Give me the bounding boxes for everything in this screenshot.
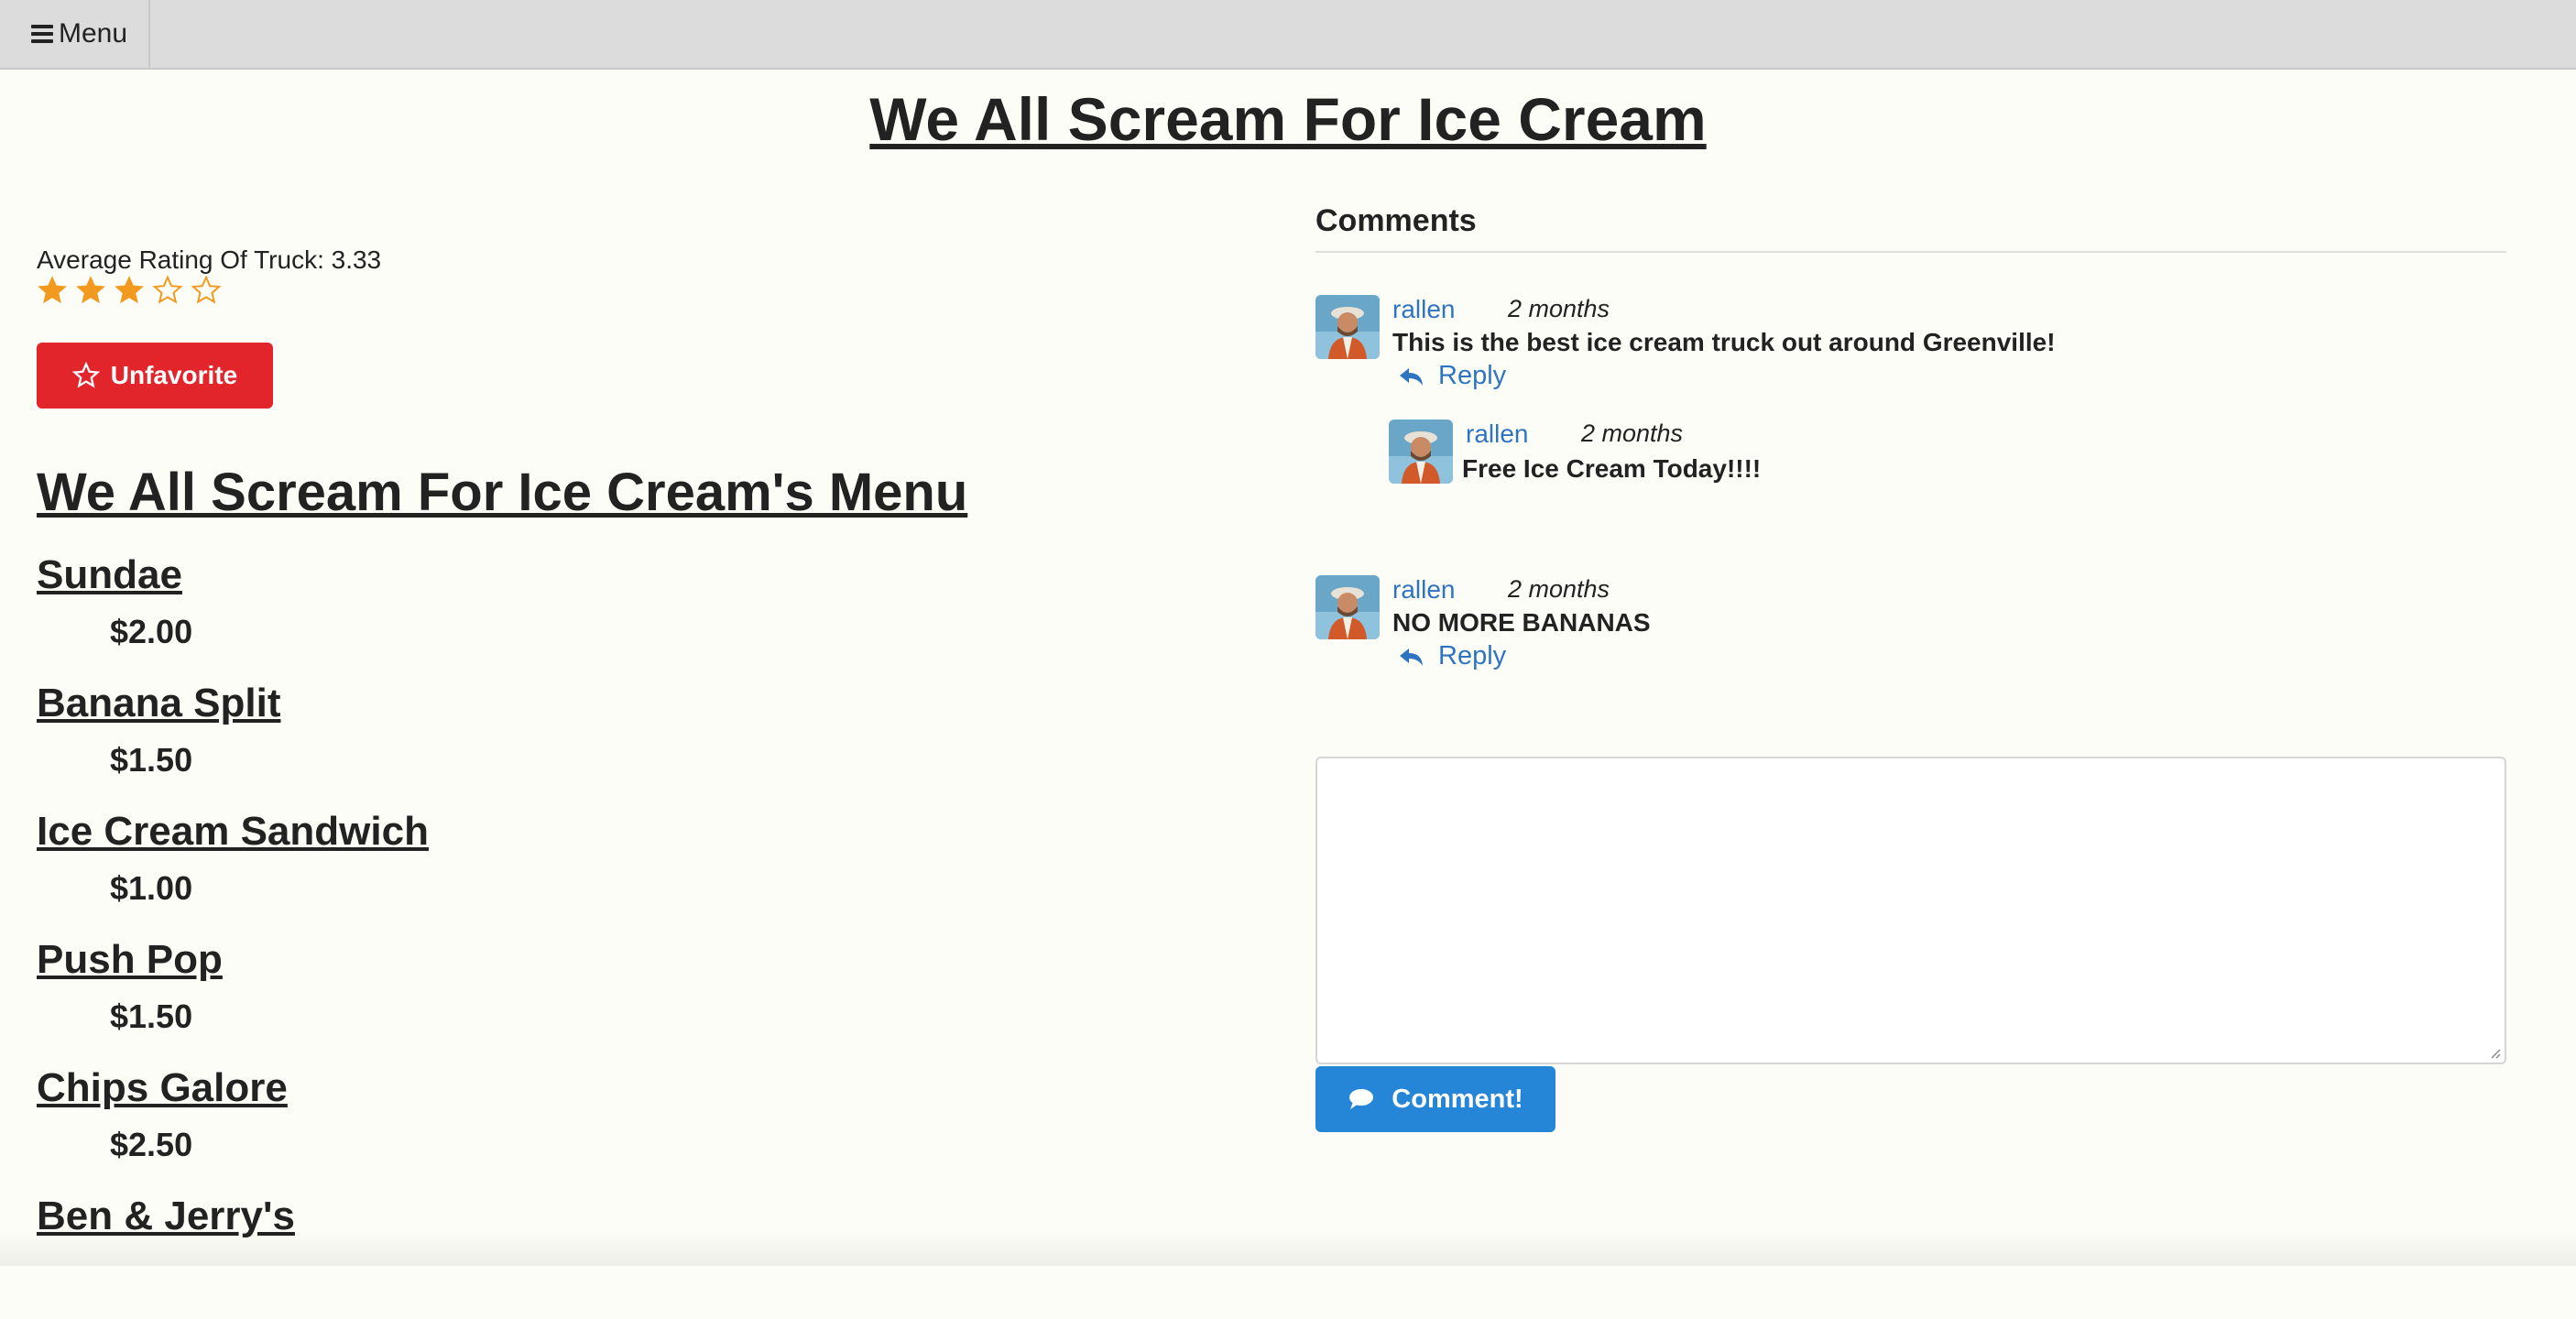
menu-button[interactable]: Menu [0,0,150,68]
reply-button[interactable]: Reply [1398,361,1506,391]
menu-item: Push Pop $1.50 [37,934,429,1063]
menu-item: Sundae $2.00 [37,550,429,678]
comment-text: This is the best ice cream truck out aro… [1392,328,2056,356]
comment-submit-button[interactable]: Comment! [1315,1066,1555,1132]
divider [1315,251,2506,253]
star-outline-icon [71,362,100,388]
star-filled-icon [76,276,105,304]
reply-icon [1400,648,1423,666]
star-filled-icon [115,276,144,304]
menu-item: Chips Galore $2.50 [37,1063,429,1191]
menu-item: Banana Split $1.50 [37,678,429,806]
avatar [1315,295,1380,359]
menu-item-price: $1.50 [110,997,193,1035]
comment-submit-label: Comment! [1392,1084,1523,1114]
menu-item-name[interactable]: Push Pop [37,934,429,986]
speech-bubble-icon [1349,1089,1374,1109]
menu-title: We All Scream For Ice Cream's Menu [37,463,968,522]
unfavorite-label: Unfavorite [110,361,238,389]
comment: rallen 2 months This is the best ice cre… [1315,295,2415,396]
star-empty-icon [191,275,222,304]
bottom-shadow [0,1229,2576,1266]
comment-author[interactable]: rallen [1392,575,1455,605]
reply-label: Reply [1438,361,1507,390]
menu-item-name[interactable]: Sundae [37,550,429,601]
unfavorite-button[interactable]: Unfavorite [37,343,273,409]
comment-text: NO MORE BANANAS [1392,608,1651,637]
hamburger-icon [31,25,53,43]
comments-heading: Comments [1315,203,1477,238]
menu-item-name[interactable]: Chips Galore [37,1063,429,1114]
menu-item-name[interactable]: Banana Split [37,678,429,729]
average-rating-label: Average Rating Of Truck: 3.33 [37,245,382,274]
menu-item-price: $2.50 [110,1126,193,1163]
page-title: We All Scream For Ice Cream [869,85,1707,153]
menu-item-price: $2.00 [110,613,193,650]
star-empty-icon [152,275,183,304]
resize-grip-icon[interactable] [2488,1046,2501,1059]
rating-stars [37,275,222,306]
top-navbar: Menu [0,0,2576,70]
star-filled-icon [38,276,67,304]
menu-item: Ice Cream Sandwich $1.00 [37,806,429,934]
comment-time: 2 months [1508,295,1610,322]
reply-button[interactable]: Reply [1398,641,1506,671]
comment-time: 2 months [1508,575,1610,603]
menu-list: Sundae $2.00 Banana Split $1.50 Ice Crea… [37,550,429,1319]
comment-author[interactable]: rallen [1392,295,1455,324]
menu-item-price: $1.00 [110,869,193,907]
reply-label: Reply [1438,641,1507,670]
avatar [1389,420,1453,484]
comment-reply: rallen 2 months Free Ice Cream Today!!!! [1389,420,2396,493]
comment-time: 2 months [1581,420,1684,447]
menu-item-name[interactable]: Ice Cream Sandwich [37,806,429,857]
avatar [1315,575,1380,639]
menu-label: Menu [59,18,128,49]
comment-author[interactable]: rallen [1466,420,1528,449]
reply-icon [1400,367,1423,386]
menu-item-price: $1.50 [110,741,193,779]
comment-textarea[interactable] [1315,757,2506,1064]
comment-text: Free Ice Cream Today!!!! [1462,454,1762,483]
comment: rallen 2 months NO MORE BANANAS Reply [1315,575,2415,676]
